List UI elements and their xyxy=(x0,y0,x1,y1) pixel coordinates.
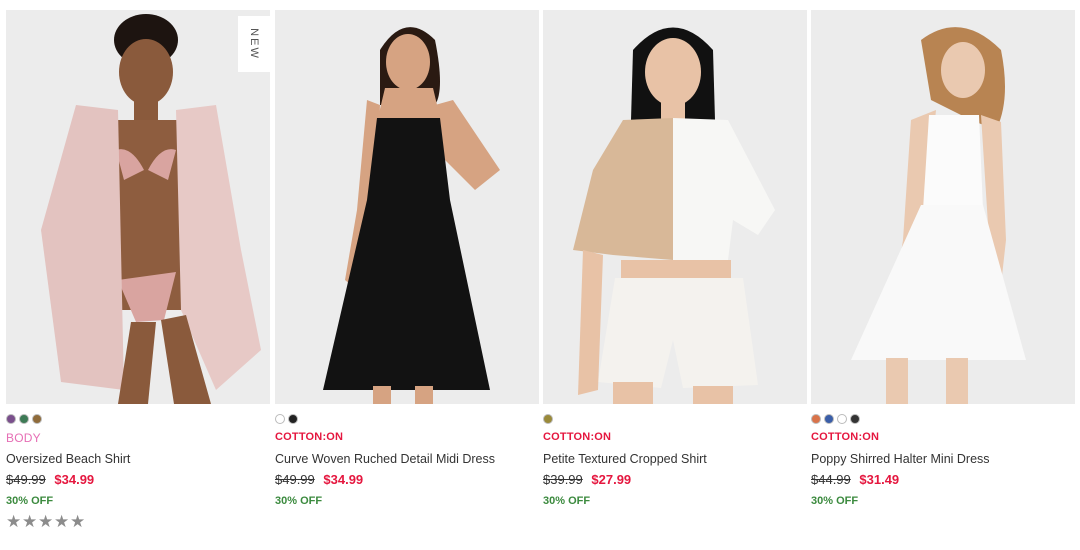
color-swatches xyxy=(6,414,42,426)
model-photo-mini-dress xyxy=(811,10,1075,404)
discount-label: 30% OFF xyxy=(275,495,323,507)
sale-price: $34.99 xyxy=(54,472,95,487)
sale-price: $31.49 xyxy=(859,472,900,487)
rating-stars[interactable]: ★★★★★ xyxy=(6,512,86,532)
star-icon: ★ xyxy=(6,512,22,531)
product-card[interactable]: COTTON:ON Petite Textured Cropped Shirt … xyxy=(543,10,807,540)
color-swatch[interactable] xyxy=(837,414,847,424)
color-swatch[interactable] xyxy=(32,414,42,424)
sale-price: $27.99 xyxy=(591,472,632,487)
color-swatches xyxy=(543,414,553,426)
color-swatch[interactable] xyxy=(288,414,298,424)
color-swatch[interactable] xyxy=(6,414,16,424)
new-badge: NEW xyxy=(238,16,270,72)
sale-price: $34.99 xyxy=(323,472,364,487)
model-photo-beach-shirt xyxy=(6,10,270,404)
original-price: $49.99 xyxy=(6,472,46,487)
product-name[interactable]: Petite Textured Cropped Shirt xyxy=(543,452,707,466)
color-swatch[interactable] xyxy=(850,414,860,424)
original-price: $44.99 xyxy=(811,472,851,487)
star-icon: ★ xyxy=(54,512,70,531)
product-name[interactable]: Poppy Shirred Halter Mini Dress xyxy=(811,452,990,466)
price-row: $39.99 $27.99 xyxy=(543,472,631,487)
price-row: $49.99 $34.99 xyxy=(275,472,363,487)
product-name[interactable]: Curve Woven Ruched Detail Midi Dress xyxy=(275,452,495,466)
discount-label: 30% OFF xyxy=(811,495,859,507)
brand-label: COTTON:ON xyxy=(811,431,880,443)
original-price: $39.99 xyxy=(543,472,583,487)
new-badge-label: NEW xyxy=(247,28,260,60)
color-swatches xyxy=(275,414,298,426)
brand-label: BODY xyxy=(6,431,41,445)
product-card[interactable]: NEW BODY Oversized Beach Shirt $49.99 $3… xyxy=(6,10,270,540)
discount-label: 30% OFF xyxy=(543,495,591,507)
product-image[interactable] xyxy=(811,10,1075,404)
color-swatch[interactable] xyxy=(19,414,29,424)
product-image[interactable]: NEW xyxy=(6,10,270,404)
brand-label: COTTON:ON xyxy=(275,431,344,443)
product-grid: NEW BODY Oversized Beach Shirt $49.99 $3… xyxy=(6,10,1076,540)
star-icon: ★ xyxy=(22,512,38,531)
color-swatch[interactable] xyxy=(543,414,553,424)
color-swatch[interactable] xyxy=(811,414,821,424)
color-swatch[interactable] xyxy=(824,414,834,424)
price-row: $44.99 $31.49 xyxy=(811,472,899,487)
discount-label: 30% OFF xyxy=(6,495,54,507)
price-row: $49.99 $34.99 xyxy=(6,472,94,487)
model-photo-cropped-shirt xyxy=(543,10,807,404)
product-card[interactable]: COTTON:ON Curve Woven Ruched Detail Midi… xyxy=(275,10,539,540)
original-price: $49.99 xyxy=(275,472,315,487)
star-icon: ★ xyxy=(38,512,54,531)
star-icon: ★ xyxy=(70,512,86,531)
color-swatch[interactable] xyxy=(275,414,285,424)
product-image[interactable] xyxy=(543,10,807,404)
brand-label: COTTON:ON xyxy=(543,431,612,443)
product-image[interactable] xyxy=(275,10,539,404)
product-card[interactable]: COTTON:ON Poppy Shirred Halter Mini Dres… xyxy=(811,10,1075,540)
product-name[interactable]: Oversized Beach Shirt xyxy=(6,452,130,466)
model-photo-midi-dress xyxy=(275,10,539,404)
color-swatches xyxy=(811,414,860,426)
